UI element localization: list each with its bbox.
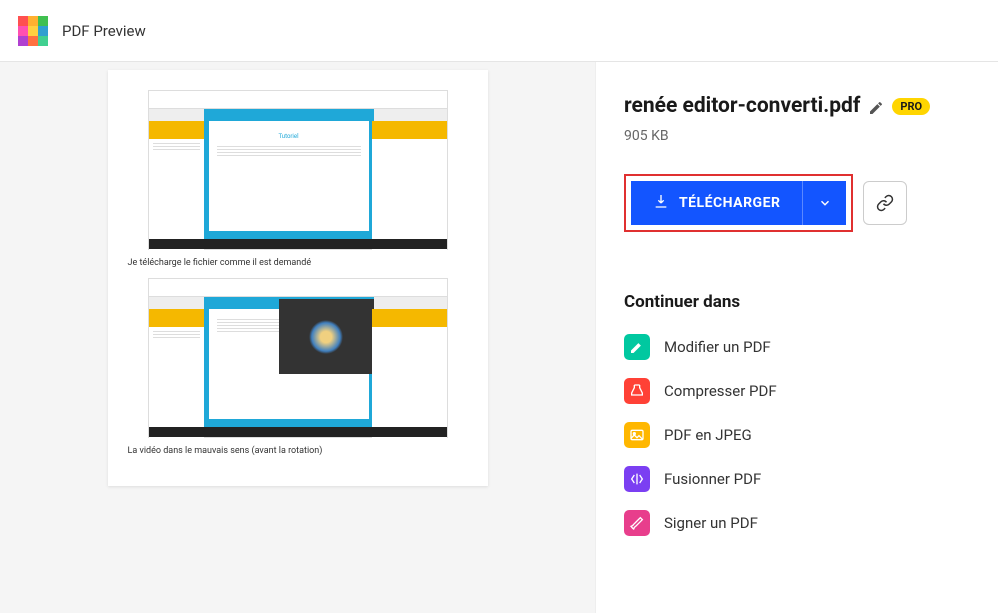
tool-label: Compresser PDF — [664, 382, 777, 400]
link-icon — [876, 194, 894, 212]
tool-label: Signer un PDF — [664, 514, 758, 532]
tool-item[interactable]: Fusionner PDF — [624, 466, 970, 492]
tool-icon — [624, 510, 650, 536]
download-label: TÉLÉCHARGER — [679, 195, 780, 211]
details-sidebar: renée editor-converti.pdf PRO 905 KB TÉL… — [595, 62, 998, 613]
download-button[interactable]: TÉLÉCHARGER — [631, 181, 846, 225]
download-icon — [653, 193, 669, 213]
pro-badge: PRO — [892, 98, 930, 115]
share-link-button[interactable] — [863, 181, 907, 225]
continue-section: Continuer dans Modifier un PDF Compresser… — [624, 292, 970, 536]
app-header: PDF Preview — [0, 0, 998, 62]
video-thumb — [279, 299, 374, 374]
tool-item[interactable]: PDF en JPEG — [624, 422, 970, 448]
tool-label: PDF en JPEG — [664, 426, 752, 444]
chevron-down-icon — [818, 196, 832, 210]
embedded-screenshot: Tutoriel — [148, 90, 448, 250]
file-name-text: renée editor-converti.pdf — [624, 94, 860, 118]
edit-name-icon[interactable] — [868, 98, 884, 114]
tool-label: Fusionner PDF — [664, 470, 761, 488]
embedded-screenshot — [148, 278, 448, 438]
caption-text: La vidéo dans le mauvais sens (avant la … — [128, 446, 468, 456]
tool-icon — [624, 466, 650, 492]
tool-icon — [624, 422, 650, 448]
pdf-preview-pane[interactable]: Tutoriel Je télécharge le fichier comme … — [0, 62, 595, 613]
tool-item[interactable]: Modifier un PDF — [624, 334, 970, 360]
tool-label: Modifier un PDF — [664, 338, 771, 356]
file-size: 905 KB — [624, 128, 970, 144]
app-title: PDF Preview — [62, 22, 146, 40]
pdf-page: Tutoriel Je télécharge le fichier comme … — [108, 70, 488, 486]
caption-text: Je télécharge le fichier comme il est de… — [128, 258, 468, 268]
app-logo — [18, 16, 48, 46]
tool-item[interactable]: Signer un PDF — [624, 510, 970, 536]
tool-icon — [624, 378, 650, 404]
download-dropdown[interactable] — [802, 181, 846, 225]
tool-icon — [624, 334, 650, 360]
tool-item[interactable]: Compresser PDF — [624, 378, 970, 404]
continue-title: Continuer dans — [624, 292, 970, 312]
download-highlight-box: TÉLÉCHARGER — [624, 174, 853, 232]
file-name: renée editor-converti.pdf PRO — [624, 94, 970, 118]
